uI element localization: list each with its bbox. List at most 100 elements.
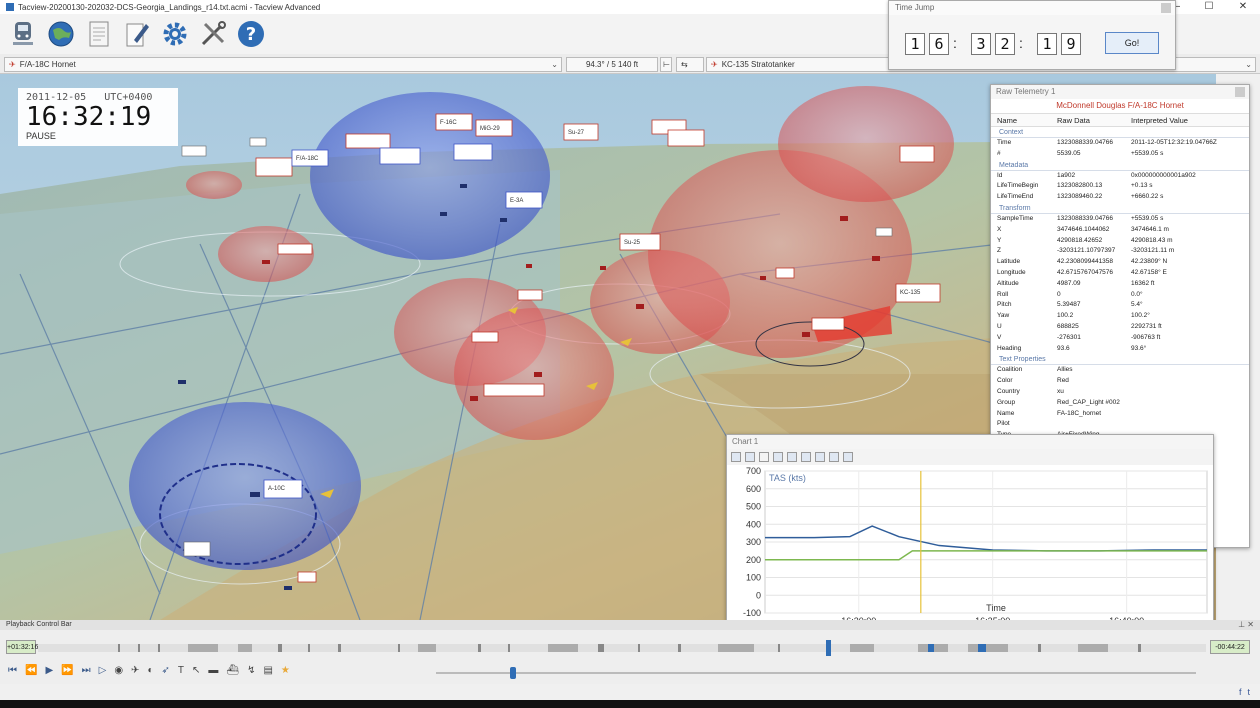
telemetry-row[interactable]: Pitch 5.39487 5.4° [991,300,1249,311]
skip-start-icon[interactable]: ⏮ [8,665,17,676]
time-digit[interactable]: 2 [995,33,1015,55]
aircraft-icon[interactable]: ✈ [131,665,139,676]
telemetry-row[interactable]: Roll 0 0.0° [991,290,1249,301]
document-icon[interactable] [82,17,116,51]
primary-object-select[interactable]: ✈ F/A-18C Hornet ⌄ [4,57,562,72]
play-icon[interactable]: ▶ [45,665,53,676]
tas-chart[interactable]: 7006005004003002001000-10016:30:0016:35:… [727,465,1213,637]
map-label[interactable]: KC-135 [900,290,921,296]
train-icon[interactable] [6,17,40,51]
telemetry-row[interactable]: LifeTimeBegin 1323082800.13 +0.13 s [991,181,1249,192]
weapon-icon[interactable]: ↯ [247,665,255,676]
telemetry-row[interactable]: SampleTime 1323088339.04766 +5539.05 s [991,214,1249,225]
time-digit[interactable]: 9 [1061,33,1081,55]
slider-knob[interactable] [510,667,516,679]
telemetry-row[interactable]: Yaw 100.2 100.2° [991,311,1249,322]
wrench-icon[interactable] [759,452,769,462]
go-button[interactable]: Go! [1105,32,1159,54]
ground-icon[interactable]: ▬ [208,665,218,676]
gear-icon[interactable] [158,17,192,51]
close-icon[interactable] [1161,3,1171,13]
zoom-in-icon[interactable] [829,452,839,462]
telemetry-row[interactable]: Altitude 4987.09 16362 ft [991,279,1249,290]
chart-tool-icon[interactable] [745,452,755,462]
interpreted-value: 42.67158° E [1131,268,1167,276]
camera-icon[interactable]: ◉ [114,665,123,676]
raw-value: Red_CAP_Light #002 [1057,398,1120,406]
column-header[interactable]: Interpreted Value [1131,114,1249,126]
pin-icon[interactable]: ⊥ ✕ [1238,620,1254,629]
time-digit[interactable]: 6 [929,33,949,55]
globe-view-icon[interactable]: ◐ [147,665,153,676]
text-icon[interactable]: T [178,665,184,676]
telemetry-row[interactable]: U 688825 2292731 ft [991,322,1249,333]
map-label[interactable]: Su-27 [568,130,585,136]
skip-end-icon[interactable]: ⏭ [82,665,91,676]
y-tick-label: 400 [746,519,761,529]
tools-icon[interactable] [196,17,230,51]
chart-tool-icon[interactable] [787,452,797,462]
pointer-icon[interactable]: ↖ [192,665,200,676]
property-name: Coalition [997,366,1023,374]
maximize-button[interactable]: ☐ [1192,0,1226,14]
telemetry-row[interactable]: X 3474646.1044062 3474646.1 m [991,225,1249,236]
telemetry-row[interactable]: Group Red_CAP_Light #002 [991,398,1249,409]
chart-tool-icon[interactable] [801,452,811,462]
telemetry-section-header[interactable]: Transform [991,203,1249,214]
telemetry-row[interactable]: Z -3203121.10797397 -3203121.11 m [991,246,1249,257]
playback-title: Playback Control Bar [0,620,1260,630]
fast-forward-icon[interactable]: ⏩ [61,665,73,676]
star-icon[interactable]: ★ [281,665,290,676]
label-icon[interactable]: ▤ [263,665,272,676]
globe-icon[interactable] [44,17,78,51]
help-icon[interactable]: ? [234,17,268,51]
telemetry-row[interactable]: Time 1323088339.04766 2011-12-05T12:32:19.… [991,138,1249,149]
map-label[interactable]: Su-25 [624,240,641,246]
map-label[interactable]: F/A-18C [296,156,319,162]
time-digit[interactable]: 1 [1037,33,1057,55]
telemetry-row[interactable]: Heading 93.6 93.6° [991,344,1249,355]
map-label[interactable]: MiG-29 [480,126,500,132]
frame-step-icon[interactable]: ▷ [99,665,107,676]
zoom-out-icon[interactable] [843,452,853,462]
chart-tool-icon[interactable] [815,452,825,462]
telemetry-row[interactable]: Latitude 42.2308099441358 42.23809° N [991,257,1249,268]
telemetry-row[interactable]: Id 1a902 0x000000000001a902 [991,171,1249,182]
twitter-icon[interactable]: t [1247,687,1250,697]
telemetry-row[interactable]: Name FA-18C_hornet [991,409,1249,420]
rewind-icon[interactable]: ⏪ [25,665,37,676]
telemetry-row[interactable]: Coalition Allies [991,365,1249,376]
ship-icon[interactable]: ⛴ [226,665,239,676]
swap-objects-button[interactable]: ⇆ [676,57,704,72]
jet-icon[interactable]: ➶ [161,665,169,676]
lock-button[interactable]: ⊢ [660,57,672,72]
chart-tool-icon[interactable] [731,452,741,462]
telemetry-row[interactable]: Pilot [991,419,1249,430]
telemetry-section-header[interactable]: Text Properties [991,354,1249,366]
facebook-icon[interactable]: f [1239,687,1242,697]
chart-tool-icon[interactable] [773,452,783,462]
map-label[interactable]: F-16C [440,120,457,126]
telemetry-row[interactable]: Longitude 42.6715767047576 42.67158° E [991,268,1249,279]
raw-value: xu [1057,387,1064,395]
notepad-icon[interactable] [120,17,154,51]
column-header[interactable]: Raw Data [1057,114,1131,126]
column-header[interactable]: Name [991,114,1057,126]
telemetry-row[interactable]: Color Red [991,376,1249,387]
aircraft-icon: ✈ [9,60,16,69]
telemetry-section-header[interactable]: Context [991,127,1249,138]
playback-speed-slider[interactable] [436,667,1196,679]
event-timeline[interactable] [38,640,1206,656]
close-icon[interactable] [1235,87,1245,97]
time-digit[interactable]: 3 [971,33,991,55]
map-label[interactable]: E-3A [510,198,523,204]
close-button[interactable]: ✕ [1226,0,1260,14]
telemetry-row[interactable]: Country xu [991,387,1249,398]
time-digit[interactable]: 1 [905,33,925,55]
map-label[interactable]: A-10C [268,486,286,492]
telemetry-section-header[interactable]: Metadata [991,160,1249,171]
telemetry-row[interactable]: LifeTimeEnd 1323089460.22 +6660.22 s [991,192,1249,203]
telemetry-row[interactable]: #5539.05 +5539.05 s [991,149,1249,160]
telemetry-row[interactable]: Y 4290818.42652 4290818.43 m [991,236,1249,247]
telemetry-row[interactable]: V -276301 -906763 ft [991,333,1249,344]
